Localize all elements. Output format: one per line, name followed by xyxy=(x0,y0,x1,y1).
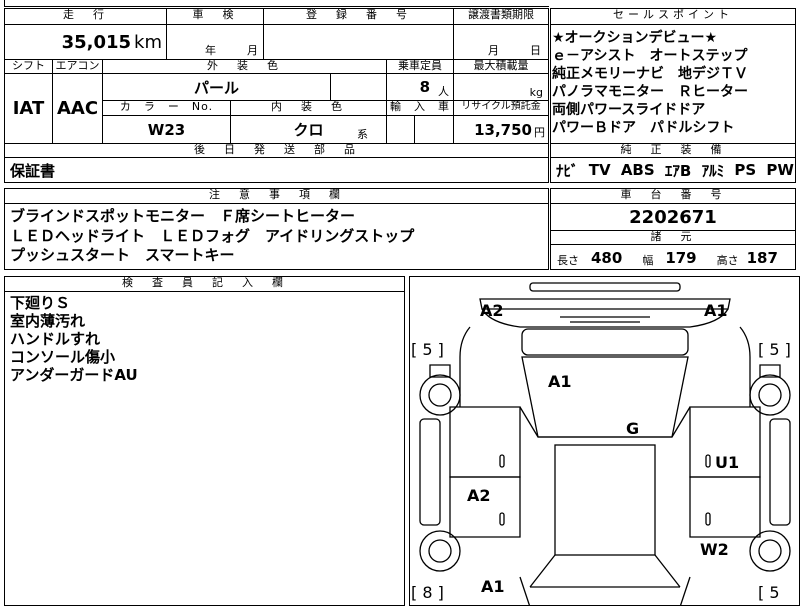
mileage-value-cell: 35,015 km xyxy=(5,25,166,59)
exterior-color-label: 外 装 色 xyxy=(102,60,386,74)
mileage-label: 走 行 xyxy=(5,9,166,25)
sales-point-5: 両側パワースライドドア xyxy=(552,102,706,118)
car-diagram-box: A2 A1 A1 G U1 A2 W2 A1 [ 5 ] [ 5 ] [ 8 ]… xyxy=(409,276,800,606)
transfer-month-unit: 月 xyxy=(488,44,499,57)
interior-suffix: 系 xyxy=(357,128,368,141)
max-load-cell: kg xyxy=(453,74,548,100)
max-load-label: 最大積載量 xyxy=(453,60,548,74)
aircon-label: エアコン xyxy=(52,60,102,74)
later-parts-value: 保証書 xyxy=(10,162,56,180)
capacity-label: 乗車定員 xyxy=(386,60,453,74)
notes-line-1: ブラインドスポットモニター Ｆ席シートヒーター xyxy=(10,207,356,225)
mileage-value: 35,015 xyxy=(61,31,132,53)
damage-code-right-rear-door: W2 xyxy=(700,540,729,559)
aircon-value: AAC xyxy=(52,74,102,143)
chassis-value: 2202671 xyxy=(629,207,717,228)
inspector-line-1: 下廻りＳ xyxy=(10,294,71,312)
tire-left-rear: [ 8 ] xyxy=(411,583,444,602)
import-label: 輸 入 車 xyxy=(386,101,453,116)
damage-code-left-rear-door: A2 xyxy=(467,486,491,505)
import-cell xyxy=(386,116,414,143)
inspector-line-5: アンダーガードAU xyxy=(10,366,138,384)
notes-label: 注 意 事 項 欄 xyxy=(5,189,548,204)
equip-tv: TV xyxy=(588,161,611,179)
transfer-deadline-label: 譲渡書類期限 xyxy=(453,9,548,25)
equip-pw: PW xyxy=(766,161,794,179)
later-parts-label: 後 日 発 送 部 品 xyxy=(5,144,548,158)
sales-points-label: セールスポイント xyxy=(551,9,795,25)
recycle-cell: 13,750 円 xyxy=(453,116,548,143)
car-diagram xyxy=(419,282,791,605)
std-equipment-items: ﾅﾋﾞ TV ABS ｴｱB ｱﾙﾐ PS PW xyxy=(556,159,794,181)
equip-alloy: ｱﾙﾐ xyxy=(701,161,725,180)
std-equipment-label: 純 正 装 備 xyxy=(551,144,795,158)
interior-cell: クロ 系 xyxy=(230,116,386,143)
top-cut-strip xyxy=(4,0,549,7)
sales-point-6: パワーＢドア パドルシフト xyxy=(552,120,735,136)
inspector-line-4: コンソール傷小 xyxy=(10,348,116,366)
sales-point-4: パノラマモニター Ｒヒーター xyxy=(552,84,748,100)
exterior-color-cell: パール xyxy=(102,74,330,100)
shaken-month-unit: 月 xyxy=(247,44,258,57)
sales-point-3: 純正メモリーナビ 地デジＴＶ xyxy=(552,66,748,82)
capacity-cell: 8 人 xyxy=(386,74,453,100)
exterior-color-value: パール xyxy=(193,78,239,97)
sales-point-2: ｅ－アシスト オートステップ xyxy=(552,48,748,64)
inspector-line-3: ハンドルすれ xyxy=(10,330,101,348)
tire-right-rear: [ 5 xyxy=(758,583,780,602)
interior-label: 内 装 色 xyxy=(230,101,386,116)
notes-line-3: プッシュスタート スマートキー xyxy=(10,246,235,264)
sales-point-1: ★オークションデビュー★ xyxy=(552,30,718,46)
height-value: 187 xyxy=(746,248,778,267)
damage-code-front-left: A2 xyxy=(480,301,504,320)
specs-label: 諸 元 xyxy=(551,230,795,245)
equip-airbag: ｴｱB xyxy=(664,161,692,180)
recycle-unit: 円 xyxy=(534,125,545,139)
length-value: 480 xyxy=(591,248,623,267)
width-label: 幅 xyxy=(642,253,654,267)
tire-right-front: [ 5 ] xyxy=(758,340,791,359)
capacity-value: 8 xyxy=(419,78,430,96)
chassis-label: 車 台 番 号 xyxy=(551,189,795,204)
interior-value: クロ xyxy=(293,121,324,139)
damage-code-hood: A1 xyxy=(548,372,572,391)
shaken-year-unit: 年 xyxy=(205,44,216,57)
shift-label: シフト xyxy=(5,60,52,74)
inspector-line-2: 室内薄汚れ xyxy=(10,312,86,330)
registration-value-cell xyxy=(263,25,453,59)
inspector-label: 検 査 員 記 入 欄 xyxy=(5,277,404,292)
tire-left-front: [ 5 ] xyxy=(411,340,444,359)
recycle-value: 13,750 xyxy=(474,120,532,139)
length-label: 長さ xyxy=(557,253,579,267)
color-no-value: W23 xyxy=(102,116,230,143)
max-load-unit: kg xyxy=(529,86,543,99)
width-value: 179 xyxy=(665,248,697,267)
color-no-label: カ ラ ー No. xyxy=(102,101,230,116)
equip-ps: PS xyxy=(734,161,757,179)
recycle-label: リサイクル預託金 xyxy=(453,101,548,116)
damage-code-front-right: A1 xyxy=(704,301,728,320)
exterior-color-sub-cell xyxy=(330,74,386,100)
import-cell-2 xyxy=(414,116,453,143)
notes-line-2: ＬＥＤヘッドライト ＬＥＤフォグ アイドリングストップ xyxy=(10,227,415,245)
damage-code-rear-left: A1 xyxy=(481,577,505,596)
shaken-value-cell: 年 月 xyxy=(166,25,263,59)
registration-label: 登 録 番 号 xyxy=(263,9,453,25)
mileage-unit: km xyxy=(134,31,162,53)
equip-abs: ABS xyxy=(620,161,655,179)
equip-navi: ﾅﾋﾞ xyxy=(556,161,579,180)
capacity-unit: 人 xyxy=(438,85,449,98)
shaken-label: 車 検 xyxy=(166,9,263,25)
damage-code-right-front-door: U1 xyxy=(715,453,740,472)
height-label: 高さ xyxy=(716,253,739,267)
damage-code-glass: G xyxy=(626,419,640,438)
transfer-day-unit: 日 xyxy=(530,44,541,57)
shift-value: IAT xyxy=(12,98,45,119)
transfer-value-cell: 月 日 xyxy=(453,25,548,59)
specs-row: 長さ 480 幅 179 高さ 187 xyxy=(551,246,795,269)
